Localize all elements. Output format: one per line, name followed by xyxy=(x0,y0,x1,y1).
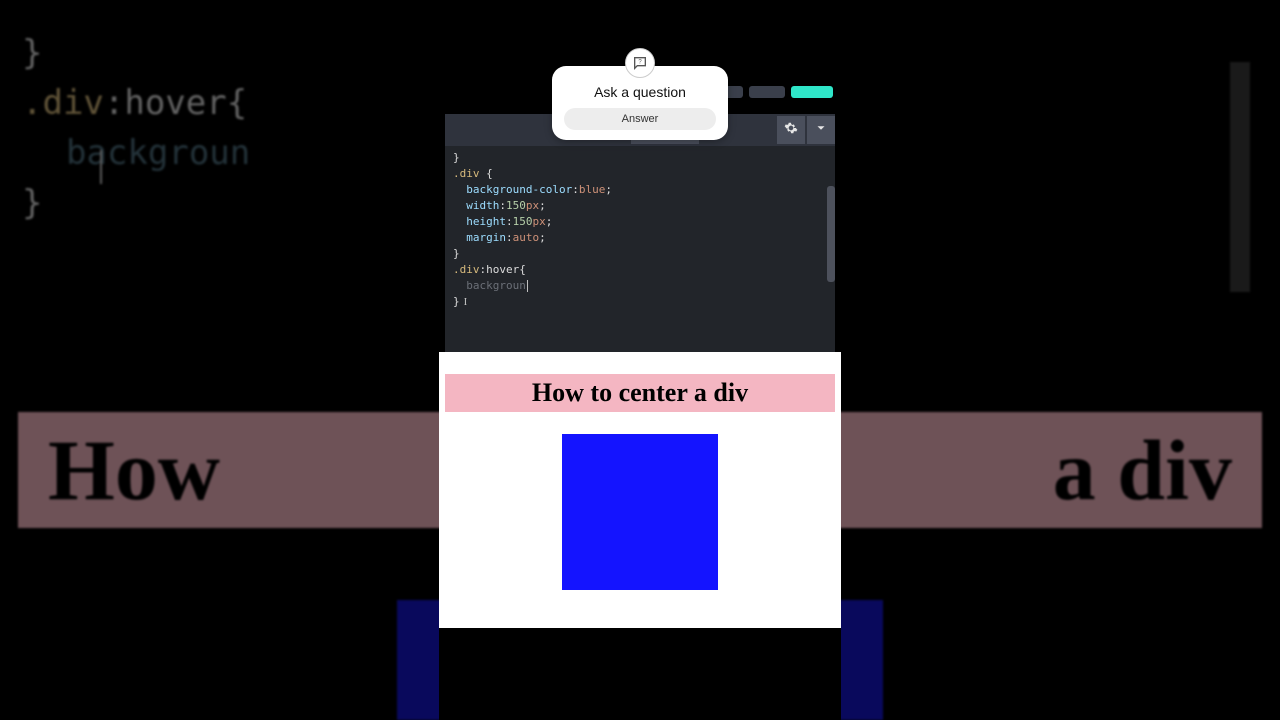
phone-panel: ? Ask a question Answer Result } .div { … xyxy=(439,0,841,720)
text-caret xyxy=(527,280,528,292)
preview-centered-wrap xyxy=(439,434,841,590)
collapse-button[interactable] xyxy=(807,116,835,144)
code-token: 150 xyxy=(506,199,526,212)
code-token: blue xyxy=(579,183,606,196)
code-token-incomplete: backgroun xyxy=(466,279,526,292)
editor-scrollbar[interactable] xyxy=(827,186,835,282)
svg-text:?: ? xyxy=(638,60,642,66)
ask-question-popup: ? Ask a question Answer xyxy=(552,66,728,140)
code-token: height xyxy=(466,215,506,228)
run-button[interactable] xyxy=(791,86,833,98)
code-token: auto xyxy=(513,231,540,244)
code-token: } xyxy=(453,151,460,164)
code-token: 150 xyxy=(513,215,533,228)
bg-heading-right: a div xyxy=(1053,420,1232,520)
bg-brace-close: } xyxy=(22,183,42,223)
bg-heading-left: How xyxy=(48,420,220,520)
i-beam-cursor-icon: I xyxy=(464,294,468,310)
result-preview: How to center a div xyxy=(439,352,841,628)
code-token: { xyxy=(519,263,526,276)
bg-prop: backgroun xyxy=(66,133,250,173)
code-token: background-color xyxy=(466,183,572,196)
bg-pseudo: :hover xyxy=(104,83,227,123)
editor-tools xyxy=(775,116,835,144)
ask-title: Ask a question xyxy=(564,84,716,100)
question-icon: ? xyxy=(625,48,655,78)
chevron-down-icon xyxy=(814,121,828,140)
pill-button[interactable] xyxy=(749,86,785,98)
gear-icon xyxy=(784,121,798,140)
centered-div xyxy=(562,434,718,590)
bg-brace-open: { xyxy=(227,83,247,123)
code-token: :hover xyxy=(480,263,520,276)
bg-brace: } xyxy=(22,33,42,73)
code-token: margin xyxy=(466,231,506,244)
code-token: px xyxy=(526,199,539,212)
bg-text-cursor xyxy=(100,150,102,184)
answer-button[interactable]: Answer xyxy=(564,108,716,130)
preview-heading: How to center a div xyxy=(445,374,835,412)
bg-code-snippet: } .div:hover{ backgroun } xyxy=(22,28,250,228)
settings-button[interactable] xyxy=(777,116,805,144)
css-editor[interactable]: } .div { background-color:blue; width:15… xyxy=(445,146,835,352)
code-token: px xyxy=(533,215,546,228)
code-token: width xyxy=(466,199,499,212)
code-token: .div xyxy=(453,167,486,180)
bg-scrollbar xyxy=(1230,62,1250,292)
code-token: { xyxy=(486,167,493,180)
code-token: } xyxy=(453,247,460,260)
code-token: .div xyxy=(453,263,480,276)
code-token: } xyxy=(453,295,460,308)
bg-selector: .div xyxy=(22,83,104,123)
